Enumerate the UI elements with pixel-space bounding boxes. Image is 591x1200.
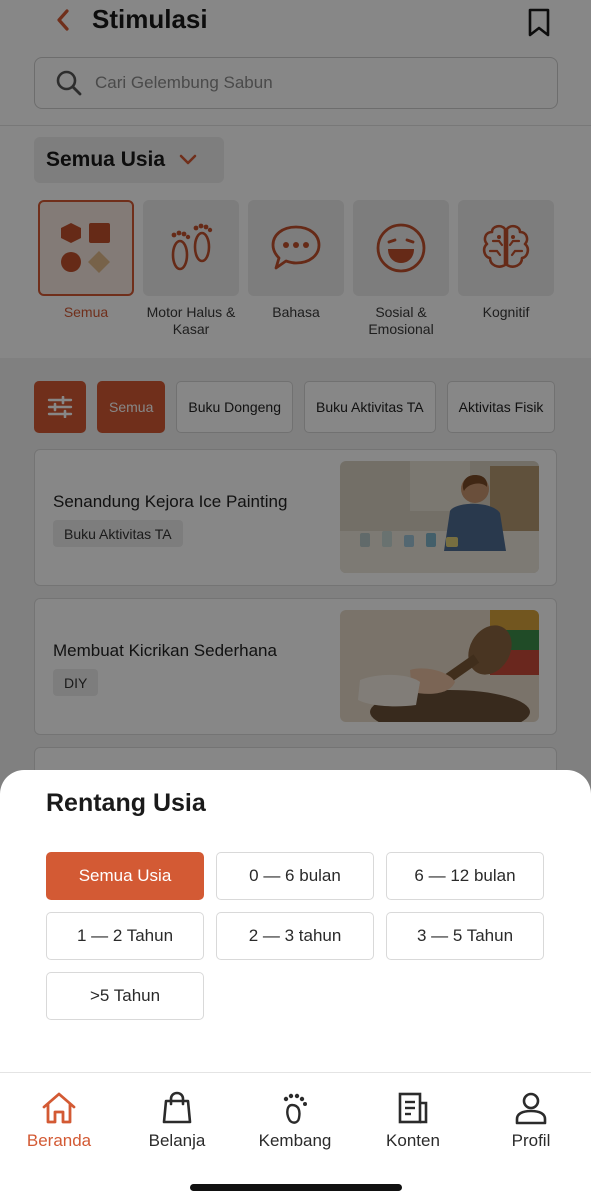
age-option-semua[interactable]: Semua Usia bbox=[46, 852, 204, 900]
age-range-sheet: Rentang Usia Semua Usia 0 — 6 bulan 6 — … bbox=[0, 770, 591, 1200]
nav-item-belanja[interactable]: Belanja bbox=[127, 1091, 227, 1151]
nav-label: Konten bbox=[386, 1131, 440, 1150]
bottom-nav: Beranda Belanja Kembang Konten Profil bbox=[0, 1072, 591, 1200]
age-option-3-5-tahun[interactable]: 3 — 5 Tahun bbox=[386, 912, 544, 960]
age-option-grid: Semua Usia 0 — 6 bulan 6 — 12 bulan 1 — … bbox=[46, 852, 546, 1020]
home-icon bbox=[42, 1092, 76, 1124]
nav-item-profil[interactable]: Profil bbox=[481, 1091, 581, 1151]
document-icon bbox=[398, 1092, 428, 1124]
home-indicator bbox=[190, 1184, 402, 1191]
nav-label: Kembang bbox=[258, 1131, 332, 1150]
age-option-1-2-tahun[interactable]: 1 — 2 Tahun bbox=[46, 912, 204, 960]
footprint-icon bbox=[283, 1093, 307, 1124]
nav-label: Belanja bbox=[148, 1131, 206, 1150]
age-option-5-plus-tahun[interactable]: >5 Tahun bbox=[46, 972, 204, 1020]
sheet-title: Rentang Usia bbox=[46, 789, 206, 817]
age-option-2-3-tahun[interactable]: 2 — 3 tahun bbox=[216, 912, 374, 960]
nav-label: Profil bbox=[511, 1131, 551, 1150]
age-option-6-12-bulan[interactable]: 6 — 12 bulan bbox=[386, 852, 544, 900]
nav-item-beranda[interactable]: Beranda bbox=[9, 1091, 109, 1151]
age-option-0-6-bulan[interactable]: 0 — 6 bulan bbox=[216, 852, 374, 900]
shopping-bag-icon bbox=[162, 1091, 192, 1124]
stimulasi-page: Stimulasi Semua Usia bbox=[0, 0, 591, 1200]
nav-label: Beranda bbox=[26, 1131, 92, 1150]
nav-item-kembang[interactable]: Kembang bbox=[245, 1091, 345, 1151]
nav-item-konten[interactable]: Konten bbox=[363, 1091, 463, 1151]
user-icon bbox=[515, 1092, 547, 1125]
